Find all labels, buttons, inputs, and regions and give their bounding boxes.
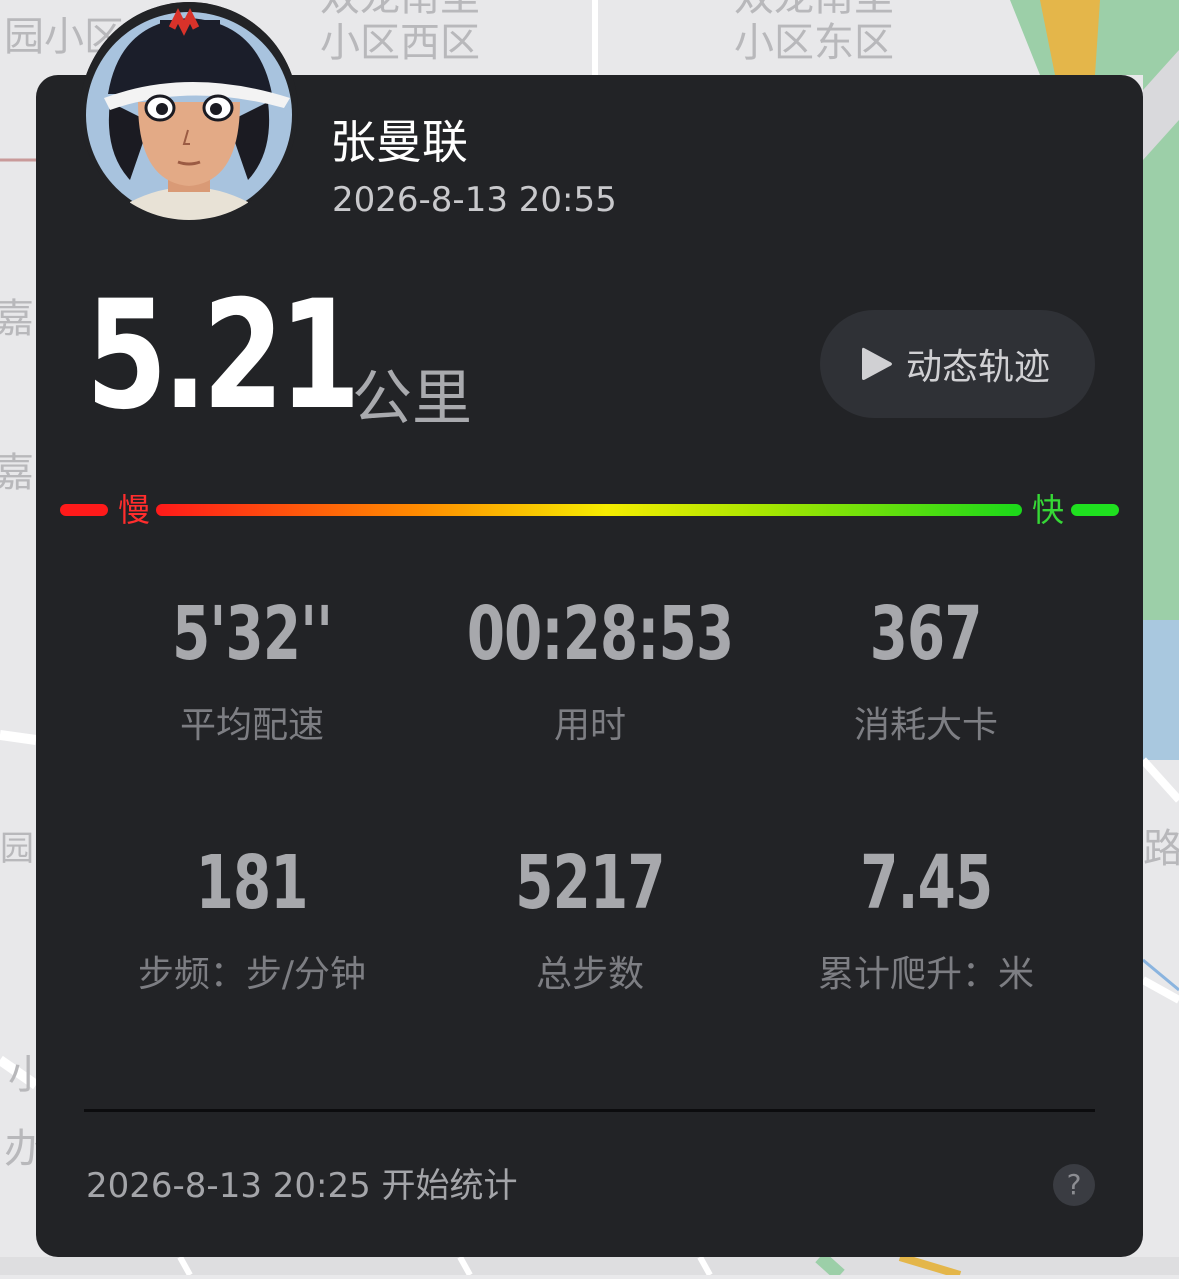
stat-label: 累计爬升：米 — [817, 954, 1034, 995]
map-label: 路 — [1143, 826, 1179, 872]
avatar[interactable] — [80, 2, 298, 220]
activity-timestamp: 2026-8-13 20:55 — [332, 180, 617, 220]
stat-label: 用时 — [553, 705, 626, 746]
stat-value: 5'32'' — [171, 591, 333, 677]
stat-elevation-gain: 7.45 累计爬升：米 — [756, 843, 1096, 997]
stat-label: 总步数 — [535, 954, 644, 995]
stat-value: 181 — [195, 840, 309, 926]
stat-value: 5217 — [515, 840, 665, 926]
stat-average-pace: 5'32'' 平均配速 — [82, 594, 422, 748]
help-button[interactable]: ? — [1053, 1164, 1095, 1206]
map-label: 园 — [0, 829, 34, 869]
slow-label: 慢 — [118, 491, 151, 529]
speed-gradient-bar — [156, 504, 1022, 516]
stat-label: 消耗大卡 — [853, 705, 998, 746]
dynamic-track-label: 动态轨迹 — [906, 347, 1051, 388]
fast-label: 快 — [1032, 491, 1065, 529]
stat-value: 367 — [869, 591, 983, 677]
speed-bar-fast-cap — [1071, 504, 1119, 516]
stat-label: 步频：步/分钟 — [137, 954, 367, 995]
play-icon — [862, 347, 892, 380]
stat-value: 00:28:53 — [466, 591, 734, 677]
distance-unit: 公里 — [352, 364, 472, 434]
start-time-text: 2026-8-13 20:25 开始统计 — [86, 1166, 518, 1206]
user-name: 张曼联 — [330, 115, 468, 169]
stat-value: 7.45 — [859, 840, 993, 926]
map-label: 双龙南里 小区东区 — [734, 0, 894, 66]
avatar-image — [80, 2, 298, 220]
footer-divider — [84, 1109, 1095, 1112]
distance-value: 5.21 — [86, 269, 361, 443]
stat-calories: 367 消耗大卡 — [756, 594, 1096, 748]
stat-total-steps: 5217 总步数 — [420, 843, 760, 997]
map-label: 双龙南里 小区西区 — [320, 0, 480, 66]
speed-bar-slow-cap — [60, 504, 108, 516]
stat-label: 平均配速 — [179, 705, 324, 746]
dynamic-track-button[interactable]: 动态轨迹 — [820, 310, 1095, 418]
stat-duration: 00:28:53 用时 — [420, 594, 760, 748]
stat-cadence: 181 步频：步/分钟 — [82, 843, 422, 997]
